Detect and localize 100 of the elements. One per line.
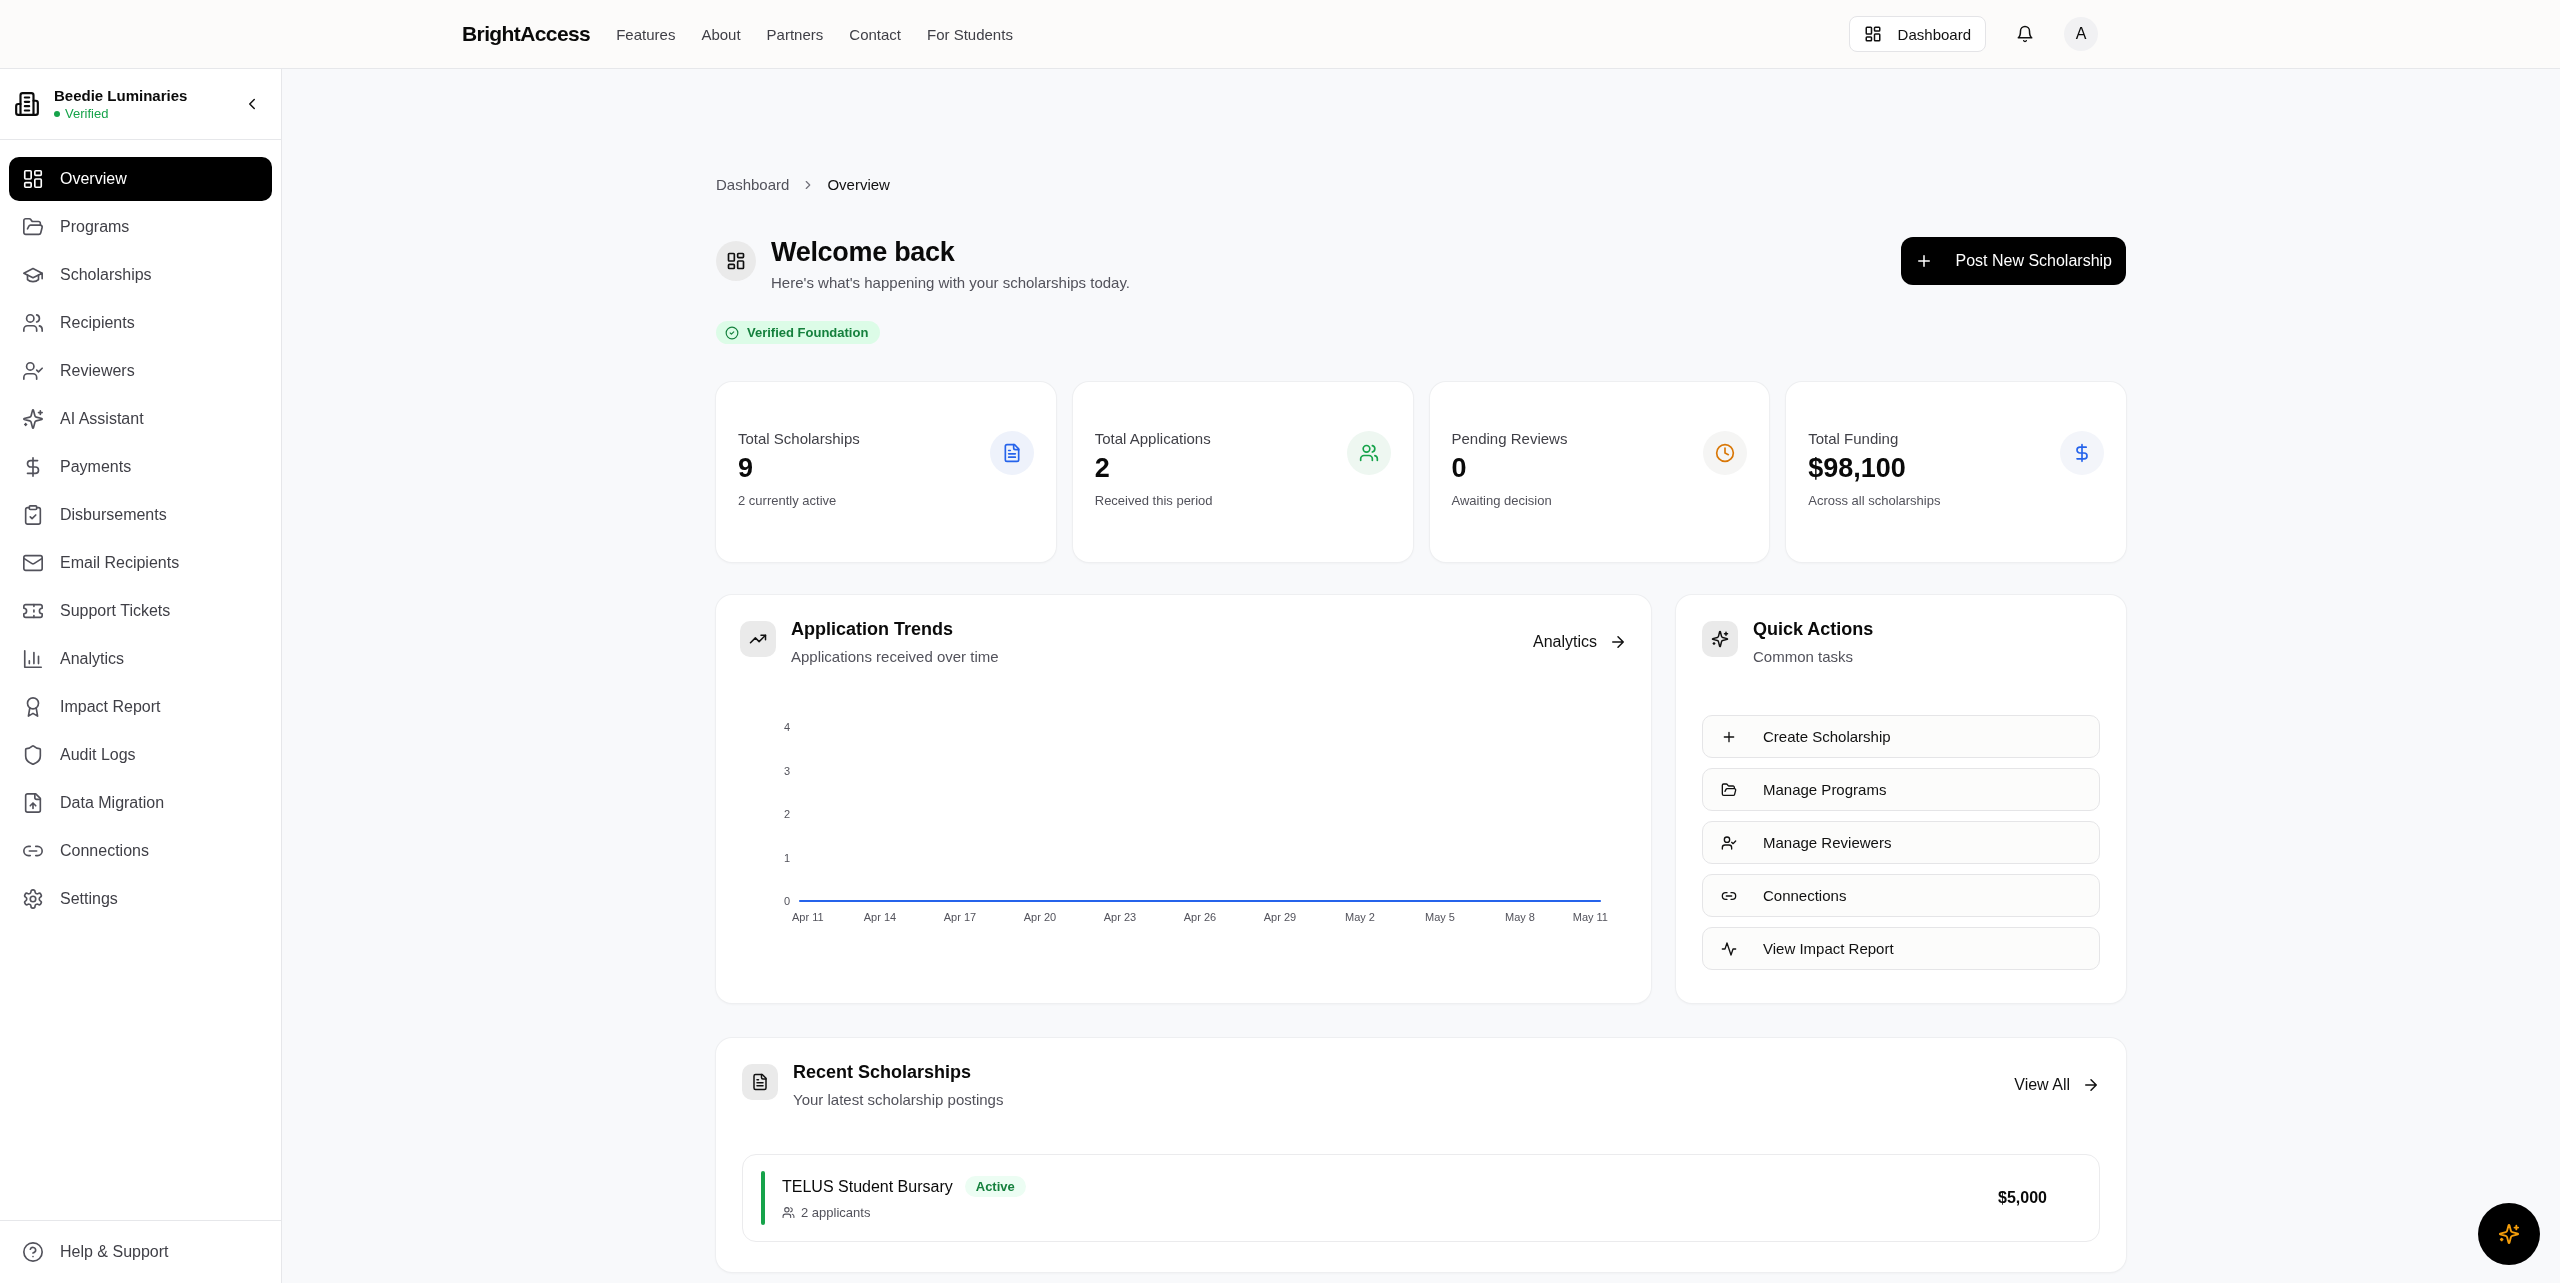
sidebar-item[interactable]: Reviewers xyxy=(9,349,272,393)
notifications-icon[interactable] xyxy=(2016,25,2034,43)
sidebar-item[interactable]: Email Recipients xyxy=(9,541,272,585)
y-axis-label: 2 xyxy=(783,808,790,820)
pulse-icon xyxy=(1721,940,1737,957)
sidebar-item[interactable]: Disbursements xyxy=(9,493,272,537)
view-all-link[interactable]: View All xyxy=(2014,1076,2100,1094)
arrow-right-icon xyxy=(1609,633,1627,651)
stat-note: Awaiting decision xyxy=(1451,493,1553,508)
sparkle-icon xyxy=(1702,621,1738,657)
page-title: Welcome back xyxy=(771,237,956,268)
sidebar-item[interactable]: Scholarships xyxy=(9,253,272,297)
avatar[interactable]: A xyxy=(2064,17,2098,51)
sparkle-icon xyxy=(22,408,44,430)
sidebar-item[interactable]: Analytics xyxy=(9,637,272,681)
grid-icon xyxy=(1863,25,1882,43)
stat-value: $98,100 xyxy=(1808,453,1907,484)
nav-link[interactable]: Features xyxy=(616,25,676,43)
dashboard-button[interactable]: Dashboard xyxy=(1848,16,1986,52)
quick-action-button[interactable]: Manage Reviewers xyxy=(1702,821,2100,864)
x-axis-label: May 2 xyxy=(1345,911,1375,923)
stat-label: Pending Reviews xyxy=(1451,430,1568,447)
stat-note: Across all scholarships xyxy=(1808,493,1941,508)
scholarship-row[interactable]: TELUS Student Bursary Active 2 applicants $5,000 xyxy=(742,1154,2100,1242)
arrow-right-icon xyxy=(2082,1076,2100,1094)
sidebar-item[interactable]: Audit Logs xyxy=(9,733,272,777)
nav-link[interactable]: Contact xyxy=(849,25,901,43)
breadcrumb-link[interactable]: Overview xyxy=(827,176,890,193)
stat-value: 2 xyxy=(1094,453,1111,484)
trend-icon xyxy=(740,621,776,657)
stat-note: 2 currently active xyxy=(738,493,838,508)
x-axis-label: Apr 29 xyxy=(1263,911,1297,923)
sidebar-item[interactable]: Programs xyxy=(9,205,272,249)
grid-icon xyxy=(716,241,756,281)
y-axis-label: 1 xyxy=(783,851,790,864)
shield-icon xyxy=(22,744,44,766)
grid-icon xyxy=(22,168,44,190)
x-axis-label: Apr 26 xyxy=(1183,911,1217,923)
y-axis-label: 4 xyxy=(783,721,790,733)
analytics-link[interactable]: Analytics xyxy=(1532,633,1627,651)
document-icon xyxy=(742,1064,778,1100)
clock-icon xyxy=(1703,431,1748,475)
y-axis-label: 0 xyxy=(783,895,790,907)
sidebar-item[interactable]: Recipients xyxy=(9,301,272,345)
stat-label: Total Funding xyxy=(1808,430,1900,447)
sidebar-item[interactable]: Data Migration xyxy=(9,781,272,825)
user-check-icon xyxy=(22,360,44,382)
users-icon xyxy=(1346,431,1391,475)
help-link[interactable]: Help & Support xyxy=(0,1220,281,1283)
building-icon xyxy=(14,91,40,117)
breadcrumb-link[interactable]: Dashboard xyxy=(716,176,790,193)
organization-name: Beedie Luminaries xyxy=(54,87,188,104)
verified-status: Verified xyxy=(54,106,188,121)
scholarship-name: TELUS Student Bursary xyxy=(782,1177,953,1196)
nav-link[interactable]: About xyxy=(701,25,741,43)
x-axis-label: Apr 11 xyxy=(792,911,824,923)
quick-action-button[interactable]: Create Scholarship xyxy=(1702,715,2100,758)
sparkle-icon xyxy=(2498,1223,2520,1245)
x-axis-label: Apr 17 xyxy=(943,911,977,923)
card-subtitle: Applications received over time xyxy=(791,648,999,665)
sidebar-item[interactable]: Support Tickets xyxy=(9,589,272,633)
sidebar-item[interactable]: Overview xyxy=(9,157,272,201)
post-scholarship-button[interactable]: Post New Scholarship xyxy=(1901,237,2126,285)
sidebar-item[interactable]: Connections xyxy=(9,829,272,873)
logo[interactable]: BrightAccess xyxy=(462,22,591,46)
file-upload-icon xyxy=(22,792,44,814)
x-axis-label: May 8 xyxy=(1505,911,1535,923)
x-axis-label: Apr 23 xyxy=(1103,911,1137,923)
mail-icon xyxy=(22,552,44,574)
stat-label: Total Scholarships xyxy=(738,430,860,447)
bar-chart-icon xyxy=(22,648,44,670)
scholarship-amount: $5,000 xyxy=(1998,1189,2047,1207)
applicant-count: 2 applicants xyxy=(801,1205,871,1220)
quick-action-button[interactable]: Manage Programs xyxy=(1702,768,2100,811)
dollar-icon xyxy=(2060,431,2104,475)
nav-link[interactable]: Partners xyxy=(766,25,824,43)
card-title: Application Trends xyxy=(791,619,955,640)
verified-badge: Verified Foundation xyxy=(716,321,881,344)
x-axis-label: Apr 20 xyxy=(1023,911,1057,923)
sidebar-item[interactable]: AI Assistant xyxy=(9,397,272,441)
users-icon xyxy=(782,1206,795,1219)
quick-action-button[interactable]: Connections xyxy=(1702,874,2100,917)
quick-action-button[interactable]: View Impact Report xyxy=(1702,927,2100,970)
nav-link[interactable]: For Students xyxy=(927,25,1013,43)
card-title: Quick Actions xyxy=(1753,619,1874,640)
sidebar-item[interactable]: Settings xyxy=(9,877,272,921)
sidebar-item[interactable]: Payments xyxy=(9,445,272,489)
stat-label: Total Applications xyxy=(1094,430,1212,447)
card-subtitle: Common tasks xyxy=(1753,648,1855,665)
sidebar-item[interactable]: Impact Report xyxy=(9,685,272,729)
user-check-icon xyxy=(1721,834,1737,851)
stat-value: 9 xyxy=(738,453,755,484)
check-circle-icon xyxy=(725,325,739,340)
card-subtitle: Your latest scholarship postings xyxy=(793,1091,1004,1108)
x-axis-label: May 5 xyxy=(1425,911,1455,923)
document-icon xyxy=(989,431,1034,475)
folder-icon xyxy=(1721,781,1737,798)
help-icon xyxy=(22,1241,44,1263)
card-title: Recent Scholarships xyxy=(793,1062,973,1083)
y-axis-label: 3 xyxy=(783,764,790,777)
